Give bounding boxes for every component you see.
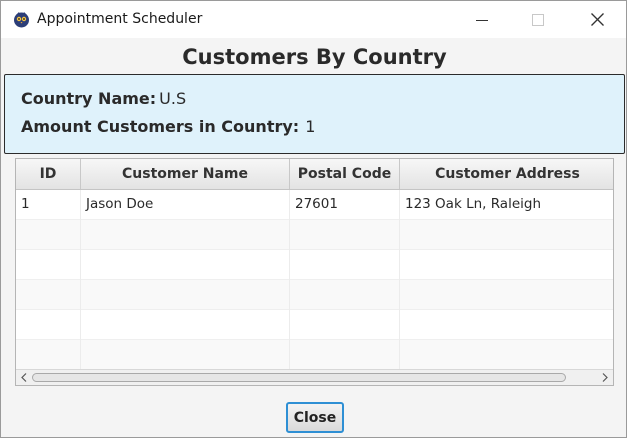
table-body: 1 Jason Doe 27601 123 Oak Ln, Raleigh xyxy=(16,190,613,370)
empty-cell xyxy=(16,310,81,340)
empty-cell xyxy=(81,310,290,340)
empty-cell xyxy=(400,250,613,280)
empty-cell xyxy=(16,250,81,280)
empty-cell xyxy=(81,280,290,310)
empty-cell xyxy=(290,220,400,250)
empty-table-row xyxy=(16,310,613,340)
cell-postal-code: 27601 xyxy=(290,190,400,220)
customer-count-row: Amount Customers in Country: 1 xyxy=(21,117,315,136)
customer-count-value: 1 xyxy=(305,117,316,136)
scroll-left-button[interactable] xyxy=(18,372,30,383)
country-name-row: Country Name: U.S xyxy=(21,89,186,108)
cell-id: 1 xyxy=(16,190,81,220)
cell-customer-address: 123 Oak Ln, Raleigh xyxy=(400,190,613,220)
page-title: Customers By Country xyxy=(182,45,447,69)
window-title: Appointment Scheduler xyxy=(37,11,203,27)
minimize-button[interactable] xyxy=(459,1,505,38)
empty-cell xyxy=(290,340,400,370)
column-header-customer-name[interactable]: Customer Name xyxy=(81,159,290,189)
column-header-postal-code[interactable]: Postal Code xyxy=(290,159,400,189)
empty-cell xyxy=(16,340,81,370)
empty-cell xyxy=(290,250,400,280)
column-header-customer-address[interactable]: Customer Address xyxy=(400,159,613,189)
table-row[interactable]: 1 Jason Doe 27601 123 Oak Ln, Raleigh xyxy=(16,190,613,220)
window-close-button[interactable] xyxy=(574,1,620,38)
empty-cell xyxy=(81,250,290,280)
customers-table[interactable]: ID Customer Name Postal Code Customer Ad… xyxy=(15,158,614,386)
cell-customer-name: Jason Doe xyxy=(81,190,290,220)
country-name-value: U.S xyxy=(159,89,187,108)
empty-cell xyxy=(400,280,613,310)
maximize-button[interactable] xyxy=(515,1,561,38)
app-logo-icon xyxy=(14,12,29,28)
app-window: Appointment Scheduler Customers By Count… xyxy=(0,0,627,438)
empty-cell xyxy=(290,310,400,340)
scroll-right-button[interactable] xyxy=(599,372,611,383)
empty-table-row xyxy=(16,220,613,250)
empty-cell xyxy=(400,340,613,370)
empty-table-row xyxy=(16,280,613,310)
empty-cell xyxy=(81,220,290,250)
empty-table-row xyxy=(16,250,613,280)
empty-cell xyxy=(16,220,81,250)
table-header: ID Customer Name Postal Code Customer Ad… xyxy=(16,159,613,190)
close-icon xyxy=(590,13,604,26)
customer-count-label: Amount Customers in Country: xyxy=(21,117,300,136)
close-button[interactable]: Close xyxy=(286,402,344,433)
country-name-label: Country Name: xyxy=(21,89,157,108)
empty-cell xyxy=(16,280,81,310)
maximize-icon xyxy=(532,13,544,26)
title-bar[interactable]: Appointment Scheduler xyxy=(1,1,626,38)
empty-cell xyxy=(400,220,613,250)
empty-cell xyxy=(290,280,400,310)
empty-cell xyxy=(400,310,613,340)
empty-cell xyxy=(81,340,290,370)
scrollbar-thumb[interactable] xyxy=(32,373,566,382)
horizontal-scrollbar[interactable] xyxy=(16,369,613,385)
empty-table-row xyxy=(16,340,613,370)
minimize-icon xyxy=(476,19,488,21)
country-info-panel: Country Name: U.S Amount Customers in Cou… xyxy=(4,74,625,154)
column-header-id[interactable]: ID xyxy=(16,159,81,189)
chevron-left-icon xyxy=(21,373,27,382)
chevron-right-icon xyxy=(602,373,608,382)
